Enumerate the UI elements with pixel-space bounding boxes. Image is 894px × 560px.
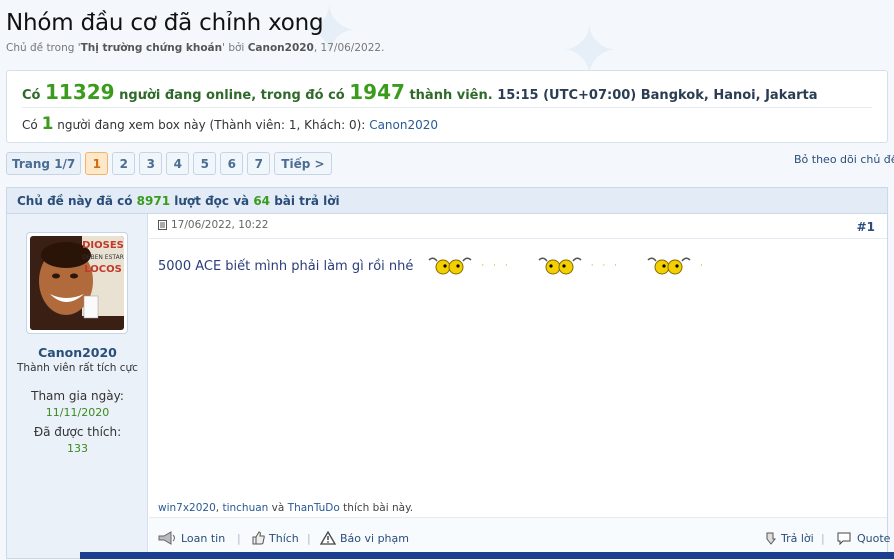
next-page-button[interactable]: Tiếp > [274,152,332,175]
page-7-button[interactable]: 7 [247,152,271,175]
liker-link[interactable]: win7x2020 [158,502,216,514]
megaphone-icon [158,531,175,545]
avatar-image: DIOSES DEBEN ESTAR LOCOS [30,236,124,330]
page-5-button[interactable]: 5 [193,152,217,175]
separator: | [237,532,241,545]
post-user-info: DIOSES DEBEN ESTAR LOCOS Canon2020 Thành… [7,214,148,558]
page-1-button[interactable]: 1 [85,152,109,175]
author-link[interactable]: Canon2020 [248,42,314,54]
reply-button[interactable]: Trả lời [765,531,814,545]
thread-subtitle: Chủ đề trong 'Thị trường chứng khoán' bở… [6,42,385,54]
report-button[interactable]: Báo vi phạm [320,531,409,545]
view-count: 8971 [136,194,171,208]
joined-value: 11/11/2020 [45,406,110,419]
bottom-banner [80,552,894,559]
separator: | [307,532,311,545]
viewing-summary: Có 1 người đang xem box này (Thành viên:… [22,114,439,134]
reply-icon [766,532,777,545]
post-number[interactable]: #1 [857,220,875,234]
liker-link[interactable]: ThanTuDo [288,502,340,514]
svg-text:LOCOS: LOCOS [84,264,122,275]
pagination: Trang 1/7 1 2 3 4 5 6 7 Tiếp > [6,152,332,175]
forum-link[interactable]: Thị trường chứng khoán [81,42,222,54]
page-4-button[interactable]: 4 [166,152,190,175]
share-button[interactable]: Loan tin [157,531,225,545]
user-title: Thành viên rất tích cực [17,362,138,374]
avatar[interactable]: DIOSES DEBEN ESTAR LOCOS [26,232,128,334]
online-stats-box: Có 11329 người đang online, trong đó có … [6,70,888,143]
post: DIOSES DEBEN ESTAR LOCOS Canon2020 Thành… [6,213,890,560]
page-3-button[interactable]: 3 [139,152,163,175]
warning-icon [320,531,336,545]
post-username[interactable]: Canon2020 [7,345,148,360]
post-icon [158,220,167,230]
svg-text:DIOSES: DIOSES [82,240,124,251]
member-count: 1947 [349,80,405,104]
smiley-icon: · · · [427,256,510,276]
thumbs-up-icon [252,531,265,545]
liked-value: 133 [67,442,88,455]
svg-text:DEBEN ESTAR: DEBEN ESTAR [82,254,124,261]
thread-stats-header: Chủ đề này đã có 8971 lượt đọc và 64 bài… [6,187,888,213]
quote-icon [837,532,851,545]
post-message: 5000 ACE biết mình phải làm gì rồi nhé ·… [158,256,706,276]
page-2-button[interactable]: 2 [112,152,136,175]
post-text: 5000 ACE biết mình phải làm gì rồi nhé [158,258,414,274]
page-indicator: Trang 1/7 [6,152,82,175]
thread-title: Nhóm đầu cơ đã chỉnh xong [6,10,324,36]
quote-button[interactable]: Quote [837,531,890,545]
viewing-user-link[interactable]: Canon2020 [369,118,438,132]
post-date[interactable]: 17/06/2022, 10:22 [171,219,268,231]
server-time: 15:15 (UTC+07:00) Bangkok, Hanoi, Jakart… [497,88,818,103]
liked-label: Đã được thích: [33,425,122,439]
viewing-count: 1 [41,114,54,134]
divider [149,238,887,239]
separator: | [821,532,825,545]
online-summary: Có 11329 người đang online, trong đó có … [22,80,818,104]
smiley-icon: · · · [537,256,620,276]
unwatch-thread-link[interactable]: Bỏ theo dõi chủ đề [794,153,894,166]
online-count: 11329 [45,80,115,104]
post-meta: 17/06/2022, 10:22 [158,219,268,231]
like-button[interactable]: Thích [251,531,299,545]
page-6-button[interactable]: 6 [220,152,244,175]
divider [22,107,872,108]
joined-label: Tham gia ngày: [31,389,124,403]
reply-count: 64 [253,194,271,208]
likes-summary: win7x2020, tinchuan và ThanTuDo thích bà… [158,502,414,514]
liker-link[interactable]: tinchuan [222,502,268,514]
smiley-icon: · [646,256,706,276]
